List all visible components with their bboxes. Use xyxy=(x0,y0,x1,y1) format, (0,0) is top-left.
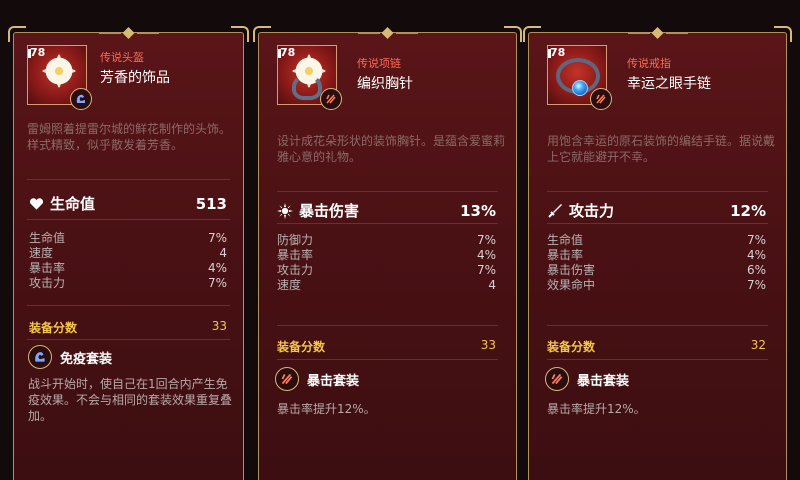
set-effect-title: 暴击套装 xyxy=(275,367,359,391)
card-ornament xyxy=(122,27,135,39)
main-stat: 攻击力 12% xyxy=(547,200,766,221)
substat-list: 生命值 7% 速度 4 暴击率 4% 攻击力 7% xyxy=(29,231,227,291)
gear-score: 装备分数 32 xyxy=(547,338,766,355)
substat-row: 速度 4 xyxy=(277,278,496,292)
flower-icon xyxy=(44,56,74,86)
substat-row: 暴击率 4% xyxy=(277,248,496,262)
divider xyxy=(27,219,230,220)
immunity-set-icon xyxy=(28,345,52,369)
substat-row: 攻击力 7% xyxy=(277,263,496,277)
main-stat-label: 暴击伤害 xyxy=(299,202,360,220)
equipment-card-ring[interactable]: 78 传说戒指 幸运之眼手链 用饱含幸运的原石装饰的编结手链。据说戴上它就能避开… xyxy=(523,26,792,480)
critical-set-icon xyxy=(320,88,342,110)
gear-score: 装备分数 33 xyxy=(29,319,227,336)
divider xyxy=(547,359,768,360)
gear-score-value: 33 xyxy=(211,319,227,333)
divider xyxy=(277,359,498,360)
set-description: 战斗开始时，使自己在1回合内产生免疫效果。不会与相同的套装效果重复叠加。 xyxy=(28,377,233,423)
item-rarity: 传说戒指 xyxy=(627,57,671,70)
divider xyxy=(547,325,768,326)
set-effect-title: 免疫套装 xyxy=(28,345,112,369)
item-icon: 78 xyxy=(277,45,342,110)
card-ornament xyxy=(395,32,418,34)
main-stat-label: 攻击力 xyxy=(569,202,615,220)
gear-score-value: 32 xyxy=(750,338,766,352)
gear-score-value: 33 xyxy=(480,338,496,352)
substat-row: 防御力 7% xyxy=(277,233,496,247)
equipment-card-helmet[interactable]: 78 传说头盔 芳香的饰品 雷姆照着提雷尔城的鲜花制作的头饰。样式精致，似乎散发… xyxy=(8,26,249,480)
substat-row: 生命值 7% xyxy=(29,231,227,245)
main-stat-value: 13% xyxy=(460,201,496,220)
critical-set-icon xyxy=(275,367,299,391)
divider xyxy=(277,223,498,224)
gear-score-label: 装备分数 xyxy=(29,321,78,335)
card-ornament xyxy=(665,32,688,34)
item-name: 编织胸针 xyxy=(357,76,413,92)
set-description: 暴击率提升12%。 xyxy=(547,402,646,416)
item-description: 用饱含幸运的原石装饰的编结手链。据说戴上它就能避开不幸。 xyxy=(547,134,776,164)
substat-row: 效果命中 7% xyxy=(547,278,766,292)
card-ornament xyxy=(627,32,650,34)
main-stat: 暴击伤害 13% xyxy=(277,200,496,221)
card-ornament xyxy=(98,32,121,34)
item-rarity: 传说头盔 xyxy=(100,51,144,64)
divider xyxy=(27,339,230,340)
gear-score: 装备分数 33 xyxy=(277,338,496,355)
main-stat-value: 12% xyxy=(730,201,766,220)
card-ornament xyxy=(381,27,394,39)
divider xyxy=(547,223,768,224)
item-name: 幸运之眼手链 xyxy=(627,76,711,92)
item-level: 78 xyxy=(277,46,296,59)
item-rarity: 传说项链 xyxy=(357,57,401,70)
set-name: 暴击套装 xyxy=(307,373,360,389)
gem-icon xyxy=(572,80,588,96)
main-stat-value: 513 xyxy=(195,194,227,213)
divider xyxy=(547,191,768,192)
card-ornament xyxy=(651,27,664,39)
item-icon: 78 xyxy=(27,45,92,110)
set-effect-title: 暴击套装 xyxy=(545,367,629,391)
critical-set-icon xyxy=(590,88,612,110)
divider xyxy=(27,305,230,306)
item-description: 设计成花朵形状的装饰胸针。是蕴含爱蜜莉雅心意的礼物。 xyxy=(277,134,506,164)
substat-row: 攻击力 7% xyxy=(29,276,227,290)
ribbon-icon xyxy=(292,74,322,100)
divider xyxy=(27,179,230,180)
gear-score-label: 装备分数 xyxy=(547,340,596,354)
critical-damage-icon xyxy=(277,202,293,219)
item-name: 芳香的饰品 xyxy=(100,70,170,86)
substat-row: 暴击伤害 6% xyxy=(547,263,766,277)
set-name: 免疫套装 xyxy=(60,351,113,367)
substat-row: 速度 4 xyxy=(29,246,227,260)
card-ornament xyxy=(136,32,159,34)
main-stat: 生命值 513 xyxy=(29,193,227,214)
item-level: 78 xyxy=(27,46,46,59)
immunity-set-icon xyxy=(70,88,92,110)
item-level: 78 xyxy=(547,46,566,59)
critical-set-icon xyxy=(545,367,569,391)
divider xyxy=(277,191,498,192)
gear-score-label: 装备分数 xyxy=(277,340,326,354)
sword-icon xyxy=(548,203,562,218)
set-description: 暴击率提升12%。 xyxy=(277,402,376,416)
item-icon: 78 xyxy=(547,45,612,110)
substat-list: 防御力 7% 暴击率 4% 攻击力 7% 速度 4 xyxy=(277,233,496,293)
substat-row: 生命值 7% xyxy=(547,233,766,247)
heart-icon xyxy=(29,197,44,210)
card-ornament xyxy=(357,32,380,34)
divider xyxy=(277,325,498,326)
substat-row: 暴击率 4% xyxy=(29,261,227,275)
set-name: 暴击套装 xyxy=(577,373,630,389)
equipment-card-necklace[interactable]: 78 传说项链 编织胸针 设计成花朵形状的装饰胸针。是蕴含爱蜜莉雅心意的礼物。 … xyxy=(253,26,522,480)
substat-row: 暴击率 4% xyxy=(547,248,766,262)
substat-list: 生命值 7% 暴击率 4% 暴击伤害 6% 效果命中 7% xyxy=(547,233,766,293)
item-description: 雷姆照着提雷尔城的鲜花制作的头饰。样式精致，似乎散发着芳香。 xyxy=(27,122,232,152)
main-stat-label: 生命值 xyxy=(50,195,96,213)
